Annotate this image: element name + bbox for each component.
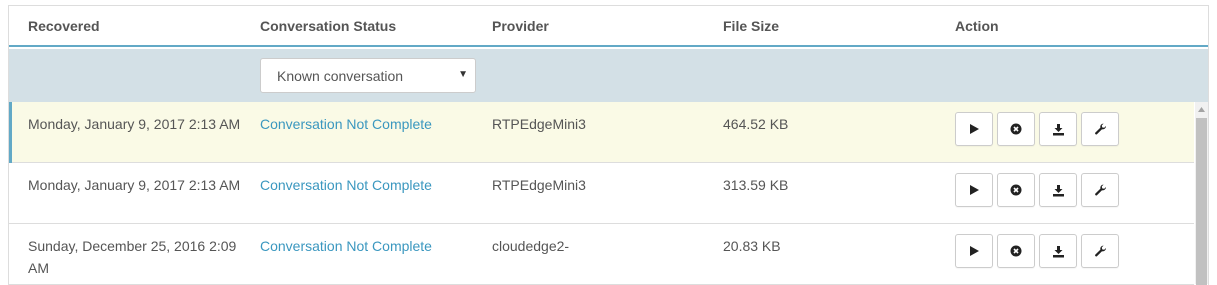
cancel-icon bbox=[1010, 245, 1022, 257]
caret-down-icon: ▼ bbox=[458, 69, 468, 80]
table-row[interactable]: Monday, January 9, 2017 2:13 AM Conversa… bbox=[9, 102, 1194, 163]
recovered-date: Monday, January 9, 2017 2:13 AM bbox=[28, 116, 241, 132]
status-filter-value: Known conversation bbox=[277, 68, 404, 84]
header-conversation-status[interactable]: Conversation Status bbox=[260, 18, 396, 34]
conversation-status-link[interactable]: Conversation Not Complete bbox=[260, 113, 432, 135]
row-actions bbox=[955, 234, 1119, 269]
play-icon bbox=[970, 185, 979, 195]
cancel-icon bbox=[1010, 123, 1022, 135]
table-body: Monday, January 9, 2017 2:13 AM Conversa… bbox=[9, 102, 1194, 285]
cancel-button[interactable] bbox=[997, 173, 1035, 207]
header-file-size[interactable]: File Size bbox=[723, 18, 779, 34]
wrench-icon bbox=[1094, 123, 1106, 135]
cancel-icon bbox=[1010, 184, 1022, 196]
table-row[interactable]: Sunday, December 25, 2016 2:09 AM Conver… bbox=[9, 224, 1194, 285]
vertical-scrollbar[interactable] bbox=[1195, 102, 1208, 285]
row-actions bbox=[955, 112, 1119, 147]
provider-name: cloudedge2- bbox=[492, 238, 570, 254]
wrench-button[interactable] bbox=[1081, 112, 1119, 146]
provider-name: RTPEdgeMini3 bbox=[492, 177, 586, 193]
play-button[interactable] bbox=[955, 173, 993, 207]
file-size: 464.52 KB bbox=[723, 116, 789, 132]
row-actions bbox=[955, 173, 1119, 208]
header-provider[interactable]: Provider bbox=[492, 18, 549, 34]
conversations-table: Recovered Conversation Status Provider F… bbox=[8, 5, 1209, 285]
play-button[interactable] bbox=[955, 234, 993, 268]
download-button[interactable] bbox=[1039, 112, 1077, 146]
table-row[interactable]: Monday, January 9, 2017 2:13 AM Conversa… bbox=[9, 163, 1194, 224]
download-button[interactable] bbox=[1039, 173, 1077, 207]
play-icon bbox=[970, 246, 979, 256]
scroll-up-arrow-icon[interactable] bbox=[1195, 104, 1208, 114]
conversation-status-link[interactable]: Conversation Not Complete bbox=[260, 235, 432, 257]
play-button[interactable] bbox=[955, 112, 993, 146]
scrollbar-thumb[interactable] bbox=[1196, 118, 1207, 285]
recovered-date: Monday, January 9, 2017 2:13 AM bbox=[28, 177, 241, 193]
cancel-button[interactable] bbox=[997, 112, 1035, 146]
play-icon bbox=[970, 124, 979, 134]
header-recovered[interactable]: Recovered bbox=[28, 18, 100, 34]
download-icon bbox=[1052, 123, 1064, 135]
wrench-button[interactable] bbox=[1081, 234, 1119, 268]
wrench-icon bbox=[1094, 184, 1106, 196]
file-size: 313.59 KB bbox=[723, 177, 789, 193]
table-header: Recovered Conversation Status Provider F… bbox=[9, 6, 1208, 47]
recovered-date: Sunday, December 25, 2016 2:09 AM bbox=[28, 238, 237, 276]
download-icon bbox=[1052, 245, 1064, 257]
wrench-button[interactable] bbox=[1081, 173, 1119, 207]
header-action: Action bbox=[955, 18, 999, 34]
wrench-icon bbox=[1094, 245, 1106, 257]
status-filter-select[interactable]: Known conversation ▼ bbox=[260, 58, 476, 93]
conversation-status-link[interactable]: Conversation Not Complete bbox=[260, 174, 432, 196]
cancel-button[interactable] bbox=[997, 234, 1035, 268]
filter-row: Known conversation ▼ bbox=[9, 49, 1208, 102]
provider-name: RTPEdgeMini3 bbox=[492, 116, 586, 132]
file-size: 20.83 KB bbox=[723, 238, 781, 254]
download-button[interactable] bbox=[1039, 234, 1077, 268]
download-icon bbox=[1052, 184, 1064, 196]
